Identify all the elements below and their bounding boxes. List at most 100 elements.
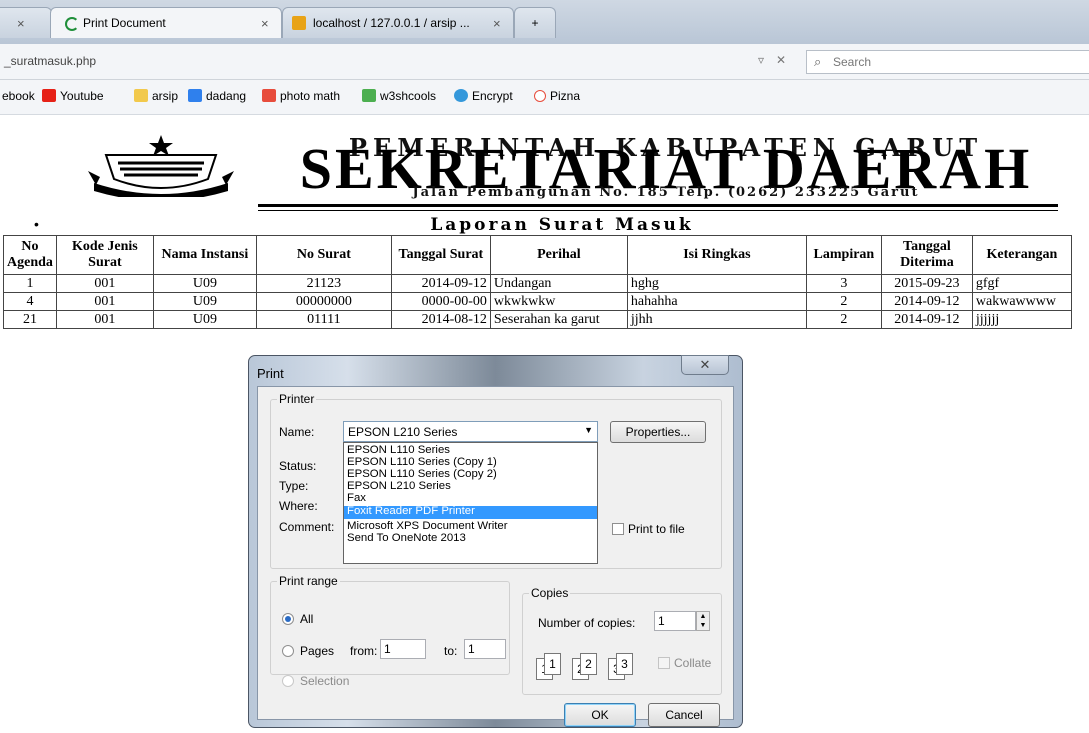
printer-option[interactable]: Fax <box>344 492 597 504</box>
cell: 21 <box>3 310 57 329</box>
print-range-group: Print range <box>270 574 510 675</box>
tab-close-left[interactable]: × <box>0 7 52 38</box>
printer-option[interactable]: EPSON L110 Series (Copy 1) <box>344 456 597 468</box>
printer-option[interactable]: EPSON L110 Series (Copy 2) <box>344 468 597 480</box>
tab-print-document[interactable]: Print Document × <box>50 7 282 38</box>
youtube-icon <box>42 89 56 102</box>
cell: 2014-08-12 <box>390 310 491 329</box>
cell: 1 <box>3 274 57 293</box>
cell: 001 <box>55 292 154 311</box>
encrypt-icon <box>454 89 468 102</box>
tab-label: localhost / 127.0.0.1 / arsip ... <box>313 16 470 30</box>
selection-radio[interactable] <box>282 675 294 687</box>
where-label: Where: <box>279 499 318 513</box>
cell: 01111 <box>255 310 392 329</box>
cancel-button[interactable]: Cancel <box>648 703 720 727</box>
url-text[interactable]: _suratmasuk.php <box>4 54 96 68</box>
address-bar: _suratmasuk.php ▿ ✕ ⌕ Search <box>0 44 1089 80</box>
bookmark-youtube[interactable]: Youtube <box>42 89 104 103</box>
bullet-dot: • <box>34 216 39 232</box>
cell: 3 <box>805 274 882 293</box>
col-no-surat: No Surat <box>255 235 392 275</box>
col-keterangan: Keterangan <box>971 235 1072 275</box>
copies-group-label: Copies <box>529 586 571 600</box>
cell: 2 <box>805 310 882 329</box>
cell: 001 <box>55 274 154 293</box>
search-input[interactable]: ⌕ Search <box>806 50 1089 74</box>
table-row: 21 001 U09 01111 2014-08-12 Seserahan ka… <box>3 310 1072 329</box>
cell: Seserahan ka garut <box>489 310 628 329</box>
bookmark-w3schools[interactable]: w3shcools <box>362 89 436 103</box>
table-row: 4 001 U09 00000000 0000-00-00 wkwkwkw ha… <box>3 292 1072 311</box>
bookmark-dadang[interactable]: dadang <box>188 89 246 103</box>
properties-button[interactable]: Properties... <box>610 421 706 443</box>
print-range-label: Print range <box>277 574 340 588</box>
ok-button[interactable]: OK <box>564 703 636 727</box>
print-to-file-checkbox[interactable] <box>612 523 624 535</box>
printer-dropdown-list: EPSON L110 Series EPSON L110 Series (Cop… <box>343 442 598 564</box>
from-label: from: <box>350 644 378 658</box>
cell: jjjjjj <box>971 310 1072 329</box>
col-isi-ringkas: Isi Ringkas <box>626 235 807 275</box>
cell: 2014-09-12 <box>880 310 973 329</box>
dialog-close-button[interactable]: ✕ <box>681 355 729 375</box>
print-dialog: Print ✕ Printer Name: EPSON L210 Series … <box>248 355 743 728</box>
type-label: Type: <box>279 479 309 493</box>
url-dropdown-icon[interactable]: ▿ <box>758 53 764 67</box>
printer-option[interactable]: EPSON L210 Series <box>344 480 597 492</box>
printer-option[interactable]: Microsoft XPS Document Writer <box>344 520 597 532</box>
to-input[interactable]: 1 <box>464 639 506 659</box>
close-icon[interactable]: × <box>261 8 269 39</box>
collate-checkbox[interactable] <box>658 657 670 669</box>
col-lampiran: Lampiran <box>805 235 882 275</box>
bookmark-facebook[interactable]: ebook <box>2 89 35 103</box>
printer-option[interactable]: EPSON L110 Series <box>344 444 597 456</box>
chevron-down-icon: ▼ <box>584 425 593 435</box>
tab-label: Print Document <box>83 16 166 30</box>
collate-page-icon: 3 <box>616 653 633 675</box>
from-input[interactable]: 1 <box>380 639 426 659</box>
loading-icon <box>65 17 79 31</box>
status-label: Status: <box>279 459 317 473</box>
person-icon <box>188 89 202 102</box>
bookmarks-bar: ebook Youtube arsip dadang photo math w3… <box>0 80 1089 115</box>
printer-option-highlighted[interactable]: Foxit Reader PDF Printer <box>344 505 597 519</box>
all-label: All <box>300 612 314 626</box>
printer-group-label: Printer <box>277 392 317 406</box>
selection-label: Selection <box>300 674 350 688</box>
url-clear-icon[interactable]: ✕ <box>776 53 786 67</box>
close-icon[interactable]: × <box>493 8 501 39</box>
copies-spinner[interactable]: ▲ ▼ <box>696 611 710 631</box>
pages-radio[interactable] <box>282 645 294 657</box>
cell: jjhh <box>626 310 807 329</box>
comment-label: Comment: <box>279 520 335 534</box>
tab-localhost[interactable]: localhost / 127.0.0.1 / arsip ... × <box>282 7 514 38</box>
garut-logo <box>88 135 234 197</box>
bookmark-photo-math[interactable]: photo math <box>262 89 340 103</box>
cell: wkwkwkw <box>489 292 628 311</box>
table-header-row: No Agenda Kode Jenis Surat Nama Instansi… <box>3 235 1072 275</box>
bookmark-encrypt[interactable]: Encrypt <box>454 89 513 103</box>
all-radio[interactable] <box>282 613 294 625</box>
printer-select[interactable]: EPSON L210 Series ▼ <box>343 421 598 442</box>
cell: U09 <box>152 310 257 329</box>
col-tanggal-surat: Tanggal Surat <box>390 235 491 275</box>
letterhead-rule-thin <box>258 210 1058 211</box>
copies-input[interactable]: 1 <box>654 611 696 631</box>
dialog-body: Printer Name: EPSON L210 Series ▼ Proper… <box>257 386 734 727</box>
letterhead-address: Jalan Pembangunan No. 185 Telp. (0262) 2… <box>412 185 920 200</box>
w3-icon <box>362 89 376 102</box>
search-icon: ⌕ <box>814 54 822 69</box>
printer-option[interactable]: Send To OneNote 2013 <box>344 532 597 544</box>
bookmark-arsip[interactable]: arsip <box>134 89 178 103</box>
cell: wakwawwww <box>971 292 1072 311</box>
phpmyadmin-icon <box>292 16 306 30</box>
report-table: No Agenda Kode Jenis Surat Nama Instansi… <box>3 235 1072 329</box>
new-tab-button[interactable]: + <box>514 7 556 38</box>
cell: 2014-09-12 <box>880 292 973 311</box>
bookmark-pizna[interactable]: Pizna <box>534 89 580 103</box>
col-kode-jenis: Kode Jenis Surat <box>55 235 154 275</box>
search-placeholder: Search <box>833 55 872 69</box>
pages-label: Pages <box>300 644 335 658</box>
cell: hghg <box>626 274 807 293</box>
